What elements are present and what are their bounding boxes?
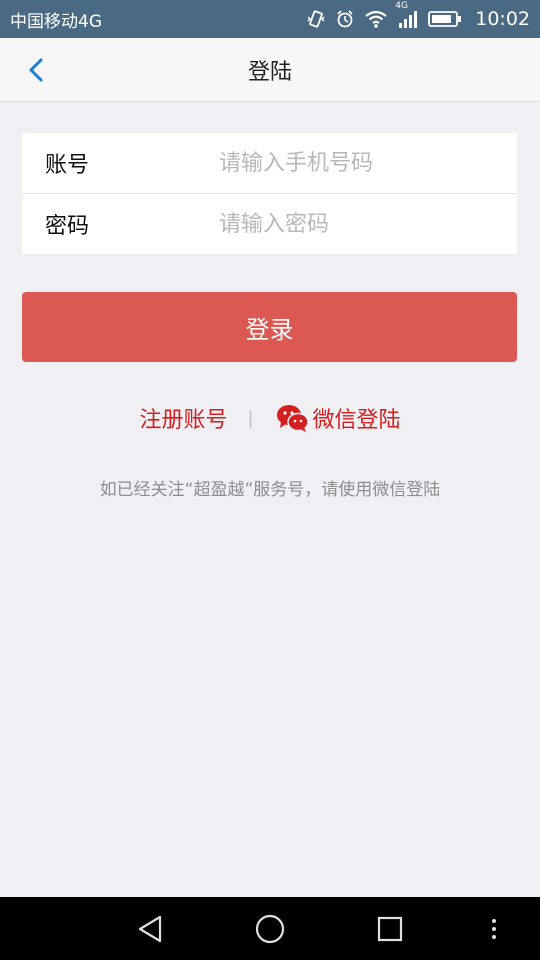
password-label: 密码 [45, 214, 90, 239]
status-icons: 4G 10:02 [306, 1, 530, 30]
link-separator: | [247, 407, 254, 429]
wechat-login-label: 微信登陆 [312, 408, 401, 433]
password-row: 密码 [22, 193, 517, 254]
chevron-left-icon [29, 58, 43, 82]
alarm-icon [335, 9, 355, 29]
password-input[interactable] [219, 211, 517, 237]
wechat-login-link[interactable]: 微信登陆 [276, 402, 401, 434]
vibrate-icon [306, 9, 326, 29]
system-nav-bar [0, 897, 540, 960]
wechat-hint-text: 如已经关注“超盈越”服务号，请使用微信登陆 [99, 480, 441, 500]
account-label: 账号 [45, 153, 90, 178]
wifi-icon [364, 9, 388, 29]
system-home-button[interactable] [252, 911, 288, 947]
links-row: 注册账号 | 微信登陆 [0, 400, 540, 436]
signal-icon: 4G [395, 1, 419, 29]
circle-home-icon [255, 914, 285, 944]
login-form: 账号 密码 [22, 133, 517, 254]
carrier-label: 中国移动4G [10, 11, 102, 32]
nav-bar: 登陆 [0, 38, 540, 102]
register-link[interactable]: 注册账号 [139, 402, 227, 434]
more-vertical-icon [492, 919, 496, 939]
system-back-button[interactable] [132, 911, 168, 947]
clock-time: 10:02 [475, 8, 530, 30]
account-row: 账号 [22, 133, 517, 193]
square-recents-icon [377, 916, 403, 942]
battery-icon [428, 10, 462, 28]
back-button[interactable] [18, 52, 54, 88]
account-input[interactable] [219, 150, 517, 176]
page-title: 登陆 [247, 59, 292, 85]
wechat-icon [276, 403, 310, 433]
system-recents-button[interactable] [372, 911, 408, 947]
status-bar: 中国移动4G 4G 10:02 [0, 0, 540, 38]
system-more-button[interactable] [476, 911, 512, 947]
login-button[interactable]: 登录 [22, 292, 517, 362]
network-type-label: 4G [395, 1, 408, 11]
triangle-back-icon [138, 915, 162, 943]
